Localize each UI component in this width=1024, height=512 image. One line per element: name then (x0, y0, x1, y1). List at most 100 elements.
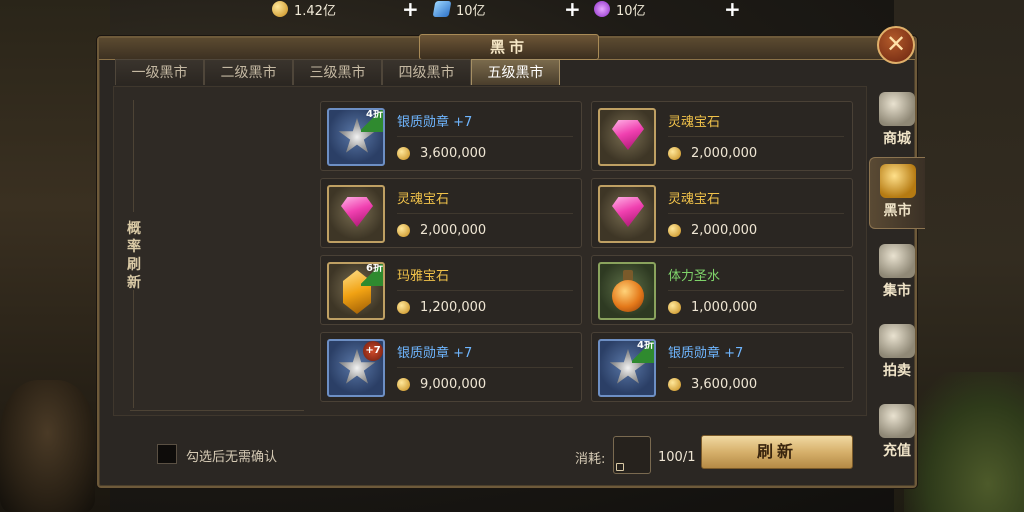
discount-badge: 6折 (361, 264, 383, 286)
gold-coin-icon (668, 378, 681, 391)
shop-item-card[interactable]: 4折 银质勋章 +7 3,600,000 (320, 101, 582, 171)
item-icon-frame (598, 108, 656, 166)
nav-item-recharge[interactable]: 充值 (869, 398, 925, 470)
nav-item-mall[interactable]: 商城 (869, 86, 925, 158)
purple-orb-icon (594, 1, 610, 17)
resource-blue-value: 10亿 (456, 3, 486, 19)
gold-coin-icon (397, 224, 410, 237)
add-purple-button[interactable]: + (724, 0, 741, 19)
divider (133, 100, 134, 212)
shop-item-card[interactable]: 4折 银质勋章 +7 3,600,000 (591, 332, 853, 402)
diamond-icon (879, 404, 915, 438)
divider (668, 213, 844, 214)
item-name: 银质勋章 +7 (668, 346, 744, 361)
tab-tier-4[interactable]: 四级黑市 (382, 59, 471, 85)
resource-purple: 10亿 (594, 0, 646, 19)
item-price-value: 2,000,000 (691, 146, 758, 161)
coins-stack-icon (879, 244, 915, 278)
gold-coin-icon (397, 378, 410, 391)
item-price: 3,600,000 (397, 146, 486, 161)
item-icon-frame: +7 (327, 339, 385, 397)
discount-badge: 4折 (361, 110, 383, 132)
stamina-potion-icon (612, 270, 644, 314)
close-button[interactable]: ✕ (877, 26, 915, 64)
nav-label: 充值 (883, 443, 911, 459)
divider (397, 290, 573, 291)
skip-confirm-label: 勾选后无需确认 (186, 450, 278, 465)
refresh-button[interactable]: 刷新 (701, 435, 853, 469)
item-name: 玛雅宝石 (397, 269, 450, 284)
nav-label: 集市 (883, 283, 911, 299)
shop-item-card[interactable]: 6折 玛雅宝石 1,200,000 (320, 255, 582, 325)
cost-item-slot[interactable] (613, 436, 651, 474)
item-price-value: 1,000,000 (691, 300, 758, 315)
gold-coin-icon (272, 1, 288, 17)
resource-purple-value: 10亿 (616, 3, 646, 19)
item-icon-frame (598, 185, 656, 243)
nav-label: 黑市 (883, 203, 912, 219)
item-price: 1,000,000 (668, 300, 757, 315)
probability-refresh-label: 概率刷新 (127, 221, 141, 291)
divider (133, 290, 134, 408)
gold-coin-icon (397, 147, 410, 160)
cost-label: 消耗: (575, 452, 606, 467)
lock-icon (616, 463, 624, 471)
divider (668, 290, 844, 291)
nav-label: 拍卖 (883, 363, 911, 379)
item-icon-frame (327, 185, 385, 243)
item-price: 3,600,000 (668, 377, 757, 392)
tab-tier-2[interactable]: 二级黑市 (204, 59, 293, 85)
blue-crystal-icon (432, 1, 452, 17)
nav-item-auction[interactable]: 拍卖 (869, 318, 925, 390)
add-blue-button[interactable]: + (564, 0, 581, 19)
barrel-decoration (0, 380, 95, 512)
add-gold-button[interactable]: + (402, 0, 419, 19)
shop-item-card[interactable]: 体力圣水 1,000,000 (591, 255, 853, 325)
soul-gem-icon (341, 197, 373, 227)
item-price-value: 2,000,000 (420, 223, 487, 238)
divider (397, 213, 573, 214)
gold-coin-icon (668, 224, 681, 237)
divider (130, 410, 304, 411)
item-price-value: 9,000,000 (420, 377, 487, 392)
item-name: 灵魂宝石 (668, 192, 721, 207)
item-icon-frame (598, 262, 656, 320)
tab-tier-1[interactable]: 一级黑市 (115, 59, 204, 85)
divider (668, 367, 844, 368)
panel-title: 黑市 (419, 34, 599, 60)
shop-item-card[interactable]: +7 银质勋章 +7 9,000,000 (320, 332, 582, 402)
nav-item-black-market[interactable]: 黑市 (869, 157, 925, 229)
shop-item-card[interactable]: 灵魂宝石 2,000,000 (591, 101, 853, 171)
resource-gold-value: 1.42亿 (294, 3, 336, 19)
gold-coin-icon (668, 147, 681, 160)
item-icon-frame: 4折 (598, 339, 656, 397)
item-price-value: 3,600,000 (420, 146, 487, 161)
gold-coin-icon (668, 301, 681, 314)
item-price: 2,000,000 (668, 223, 757, 238)
shop-item-card[interactable]: 灵魂宝石 2,000,000 (591, 178, 853, 248)
item-name: 银质勋章 +7 (397, 346, 473, 361)
item-name: 灵魂宝石 (397, 192, 450, 207)
tab-tier-3[interactable]: 三级黑市 (293, 59, 382, 85)
tab-tier-5[interactable]: 五级黑市 (471, 59, 560, 85)
discount-badge: 4折 (632, 341, 654, 363)
nav-item-bazaar[interactable]: 集市 (869, 238, 925, 310)
item-name: 灵魂宝石 (668, 115, 721, 130)
skip-confirm-checkbox[interactable] (157, 444, 177, 464)
item-price: 9,000,000 (397, 377, 486, 392)
item-name: 银质勋章 +7 (397, 115, 473, 130)
item-name: 体力圣水 (668, 269, 721, 284)
item-price: 2,000,000 (668, 146, 757, 161)
shop-item-card[interactable]: 灵魂宝石 2,000,000 (320, 178, 582, 248)
gold-coin-icon (397, 301, 410, 314)
auction-gavel-icon (879, 324, 915, 358)
item-price-value: 2,000,000 (691, 223, 758, 238)
cost-count: 100/1 (658, 450, 696, 465)
divider (397, 136, 573, 137)
money-bag-icon (879, 92, 915, 126)
item-price-value: 1,200,000 (420, 300, 487, 315)
black-market-icon (879, 164, 916, 198)
nav-label: 商城 (883, 131, 911, 147)
item-price-value: 3,600,000 (691, 377, 758, 392)
enhance-level-badge: +7 (363, 341, 383, 361)
